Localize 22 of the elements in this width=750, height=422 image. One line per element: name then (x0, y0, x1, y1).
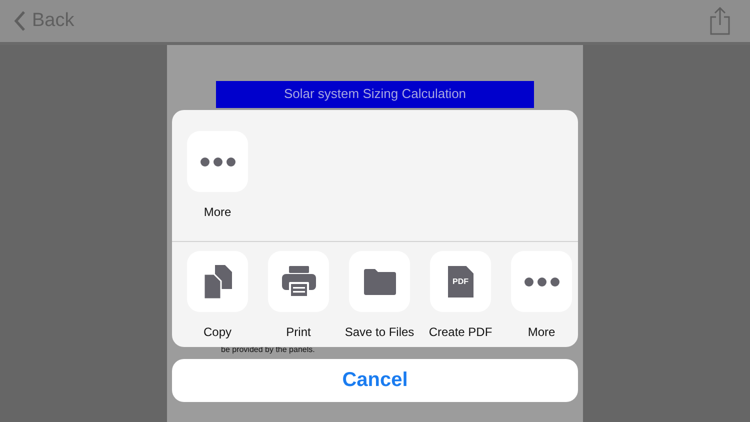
chevron-icon (14, 11, 26, 31)
copy-icon (202, 264, 232, 298)
share-action-tile[interactable] (187, 251, 248, 312)
share-action-tile[interactable] (268, 251, 329, 312)
action-label: More (528, 325, 556, 339)
more-icon (524, 276, 560, 286)
document-title: Solar system Sizing Calculation (216, 81, 534, 108)
action-label: More (204, 205, 232, 219)
share-action-tile[interactable]: PDF (430, 251, 491, 312)
printer-icon (282, 266, 316, 298)
action-label: Print (286, 325, 311, 339)
document-text: be provided by the panels. (221, 345, 315, 354)
action-label: Copy (203, 325, 232, 339)
more-icon (200, 156, 236, 166)
share-action-tile[interactable] (187, 131, 248, 192)
action-label: Create PDF (428, 325, 492, 339)
share-action-tile[interactable] (511, 251, 572, 312)
folder-icon (364, 268, 396, 294)
pdf-document-icon: PDF (448, 266, 474, 298)
action-label: Save to Files (344, 325, 414, 339)
cancel-button[interactable]: Cancel (172, 359, 578, 402)
share-action-tile[interactable] (349, 251, 410, 312)
